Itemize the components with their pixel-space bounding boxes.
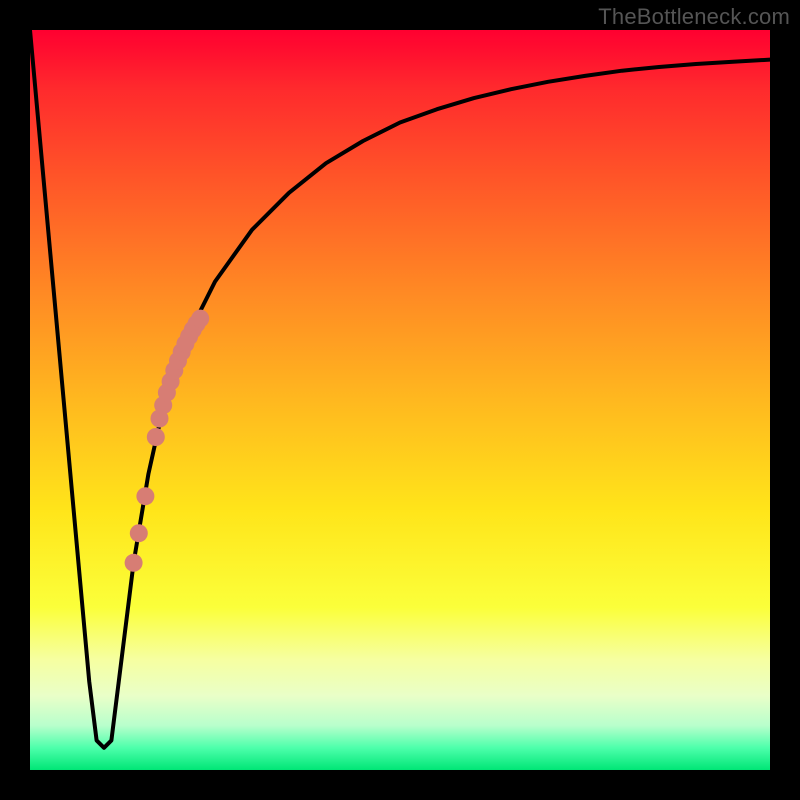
plot-area	[30, 30, 770, 770]
marker-dot	[147, 428, 165, 446]
curve-layer	[30, 30, 770, 770]
curve-path	[30, 30, 770, 748]
bottleneck-curve	[30, 30, 770, 748]
marker-dot	[125, 554, 143, 572]
highlighted-markers	[125, 310, 210, 572]
marker-dot	[136, 487, 154, 505]
marker-dot	[191, 310, 209, 328]
chart-frame: TheBottleneck.com	[0, 0, 800, 800]
watermark-text: TheBottleneck.com	[598, 4, 790, 30]
marker-dot	[130, 524, 148, 542]
